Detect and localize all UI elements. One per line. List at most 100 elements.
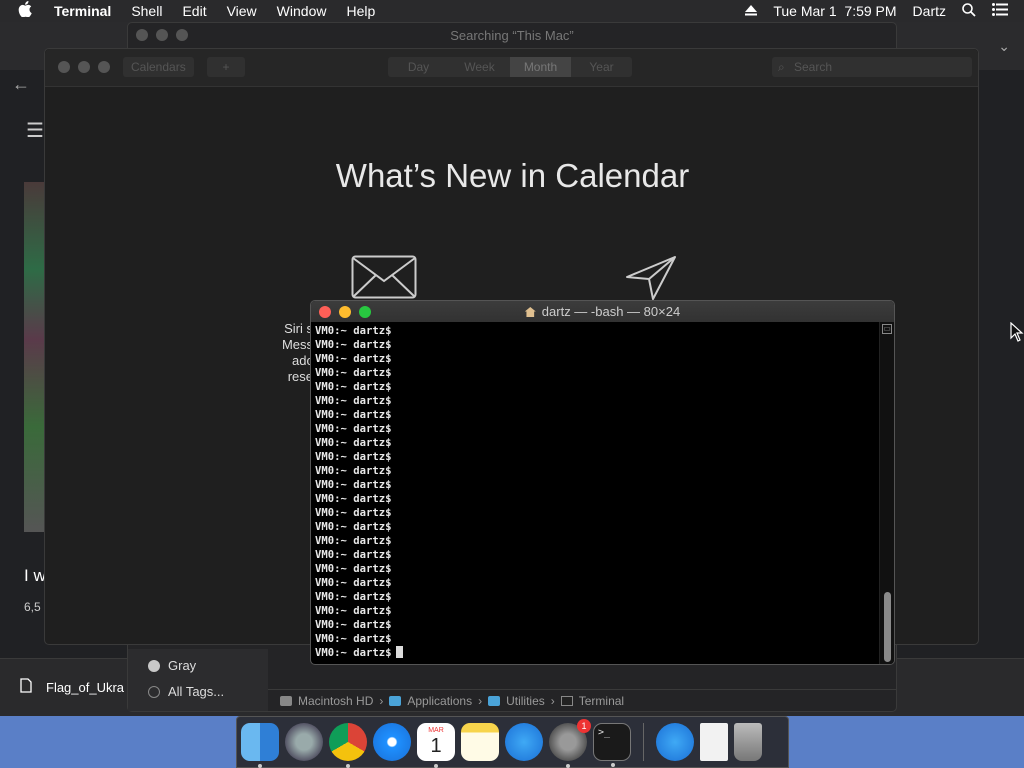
menu-user[interactable]: Dartz xyxy=(913,3,946,19)
sidebar-tag-gray[interactable]: Gray xyxy=(148,658,196,673)
app-store-icon[interactable] xyxy=(656,723,694,761)
terminal-prompt-line: VM0:~ dartz$ xyxy=(315,548,881,562)
safari-icon[interactable] xyxy=(373,723,411,761)
tab-day[interactable]: Day xyxy=(388,57,449,77)
terminal-prompt-line: VM0:~ dartz$ xyxy=(315,506,881,520)
path-item[interactable]: Macintosh HD xyxy=(298,694,373,708)
zoom-button[interactable] xyxy=(176,29,188,41)
content-meta-snippet: 6,5 xyxy=(24,600,41,614)
close-button[interactable] xyxy=(136,29,148,41)
calendar-search-field[interactable]: ⌕ Search xyxy=(772,57,972,77)
finder-title-bar[interactable]: Searching “This Mac” xyxy=(128,23,896,47)
terminal-prompt: VM0:~ dartz$ xyxy=(315,381,392,393)
running-indicator xyxy=(258,764,262,768)
terminal-prompt-line: VM0:~ dartz$ xyxy=(315,352,881,366)
notification-center-icon[interactable] xyxy=(992,3,1008,19)
sidebar-tag-label: Gray xyxy=(168,658,197,673)
terminal-prompt: VM0:~ dartz$ xyxy=(315,367,392,379)
chevron-down-icon[interactable]: ⌄ xyxy=(998,38,1010,55)
feature-text-line: rese xyxy=(287,369,313,384)
running-indicator xyxy=(346,764,350,768)
path-separator-icon: › xyxy=(550,693,555,708)
close-button[interactable] xyxy=(319,306,331,318)
zoom-button[interactable] xyxy=(98,61,110,73)
calendar-icon[interactable]: MAR 1 xyxy=(417,723,455,768)
minimize-button[interactable] xyxy=(156,29,168,41)
minimize-button[interactable] xyxy=(78,61,90,73)
path-item[interactable]: Applications xyxy=(407,694,472,708)
envelope-icon xyxy=(351,255,417,304)
video-thumbnail[interactable] xyxy=(24,182,44,532)
terminal-prompt: VM0:~ dartz$ xyxy=(315,577,392,589)
close-button[interactable] xyxy=(58,61,70,73)
trash-icon[interactable] xyxy=(734,723,762,761)
terminal-scrollbar[interactable]: ▭ xyxy=(879,322,894,664)
back-arrow-icon[interactable]: ← xyxy=(12,74,30,95)
spotlight-search-icon[interactable] xyxy=(962,2,976,20)
terminal-prompt-line: VM0:~ dartz$ xyxy=(315,464,881,478)
finder-icon[interactable] xyxy=(241,723,279,768)
eject-icon[interactable] xyxy=(745,3,758,19)
hamburger-menu-icon[interactable]: ☰ xyxy=(26,118,44,143)
scrollbar-thumb[interactable] xyxy=(884,592,891,662)
terminal-title-bar[interactable]: dartz — -bash — 80×24 xyxy=(311,301,894,322)
launchpad-icon[interactable] xyxy=(285,723,323,761)
terminal-prompt: VM0:~ dartz$ xyxy=(315,619,392,631)
terminal-prompt: VM0:~ dartz$ xyxy=(315,633,392,645)
terminal-prompt-line: VM0:~ dartz$ xyxy=(315,422,881,436)
download-item[interactable]: Flag_of_Ukra xyxy=(20,678,124,696)
notification-badge: 1 xyxy=(577,719,591,733)
tab-month[interactable]: Month xyxy=(510,57,571,77)
terminal-prompt-line: VM0:~ dartz$ xyxy=(315,534,881,548)
menu-view[interactable]: View xyxy=(227,3,257,19)
terminal-output[interactable]: VM0:~ dartz$ VM0:~ dartz$ VM0:~ dartz$ VM0:… xyxy=(311,322,881,664)
menu-help[interactable]: Help xyxy=(346,3,375,19)
terminal-prompt-line: VM0:~ dartz$ xyxy=(315,380,881,394)
location-arrow-icon xyxy=(625,255,677,306)
menu-clock[interactable]: Tue Mar 1 7:59 PM xyxy=(773,3,896,19)
gray-tag-icon xyxy=(148,659,160,672)
minimize-button[interactable] xyxy=(339,306,351,318)
sidebar-tag-all[interactable]: All Tags... xyxy=(148,684,224,699)
notes-icon[interactable] xyxy=(461,723,499,761)
terminal-prompt-line: VM0:~ dartz$ xyxy=(315,576,881,590)
content-title-snippet[interactable]: I w xyxy=(24,566,46,586)
terminal-prompt: VM0:~ dartz$ xyxy=(315,465,392,477)
terminal-prompt-line: VM0:~ dartz$ xyxy=(315,590,881,604)
calendars-button[interactable]: Calendars xyxy=(123,57,194,77)
terminal-prompt-line: VM0:~ dartz$ xyxy=(315,618,881,632)
terminal-prompt: VM0:~ dartz$ xyxy=(315,423,392,435)
terminal-prompt: VM0:~ dartz$ xyxy=(315,591,392,603)
split-pane-icon[interactable]: ▭ xyxy=(882,324,892,334)
app-store-icon[interactable] xyxy=(505,723,543,761)
terminal-app-icon xyxy=(560,695,573,706)
apple-menu-icon[interactable] xyxy=(18,1,38,21)
path-item[interactable]: Utilities xyxy=(506,694,545,708)
terminal-prompt-line: VM0:~ dartz$ xyxy=(315,324,881,338)
terminal-prompt-glyph: >_ xyxy=(598,727,611,738)
terminal-prompt-line: VM0:~ dartz$ xyxy=(315,366,881,380)
menu-window[interactable]: Window xyxy=(277,3,327,19)
chrome-icon[interactable] xyxy=(329,723,367,768)
terminal-prompt: VM0:~ dartz$ xyxy=(315,507,392,519)
menu-edit[interactable]: Edit xyxy=(182,3,206,19)
document-icon[interactable] xyxy=(700,723,728,761)
terminal-prompt: VM0:~ dartz$ xyxy=(315,395,392,407)
menu-app-name[interactable]: Terminal xyxy=(54,3,111,19)
terminal-icon[interactable]: >_ xyxy=(593,723,631,767)
path-item[interactable]: Terminal xyxy=(579,694,624,708)
menu-shell[interactable]: Shell xyxy=(131,3,162,19)
terminal-prompt-line: VM0:~ dartz$ xyxy=(315,478,881,492)
tab-week[interactable]: Week xyxy=(449,57,510,77)
running-indicator xyxy=(611,763,615,767)
calendar-month: MAR xyxy=(428,727,444,734)
system-preferences-icon[interactable]: 1 xyxy=(549,719,591,768)
tab-year[interactable]: Year xyxy=(571,57,632,77)
add-event-button[interactable]: + xyxy=(207,57,245,77)
terminal-window[interactable]: dartz — -bash — 80×24 VM0:~ dartz$ VM0:~ … xyxy=(310,300,895,665)
dock: MAR 1 1 >_ xyxy=(236,716,789,768)
terminal-prompt: VM0:~ dartz$ xyxy=(315,535,392,547)
zoom-button[interactable] xyxy=(359,306,371,318)
terminal-prompt-line: VM0:~ dartz$ xyxy=(315,562,881,576)
whats-new-heading: What’s New in Calendar xyxy=(335,157,690,194)
